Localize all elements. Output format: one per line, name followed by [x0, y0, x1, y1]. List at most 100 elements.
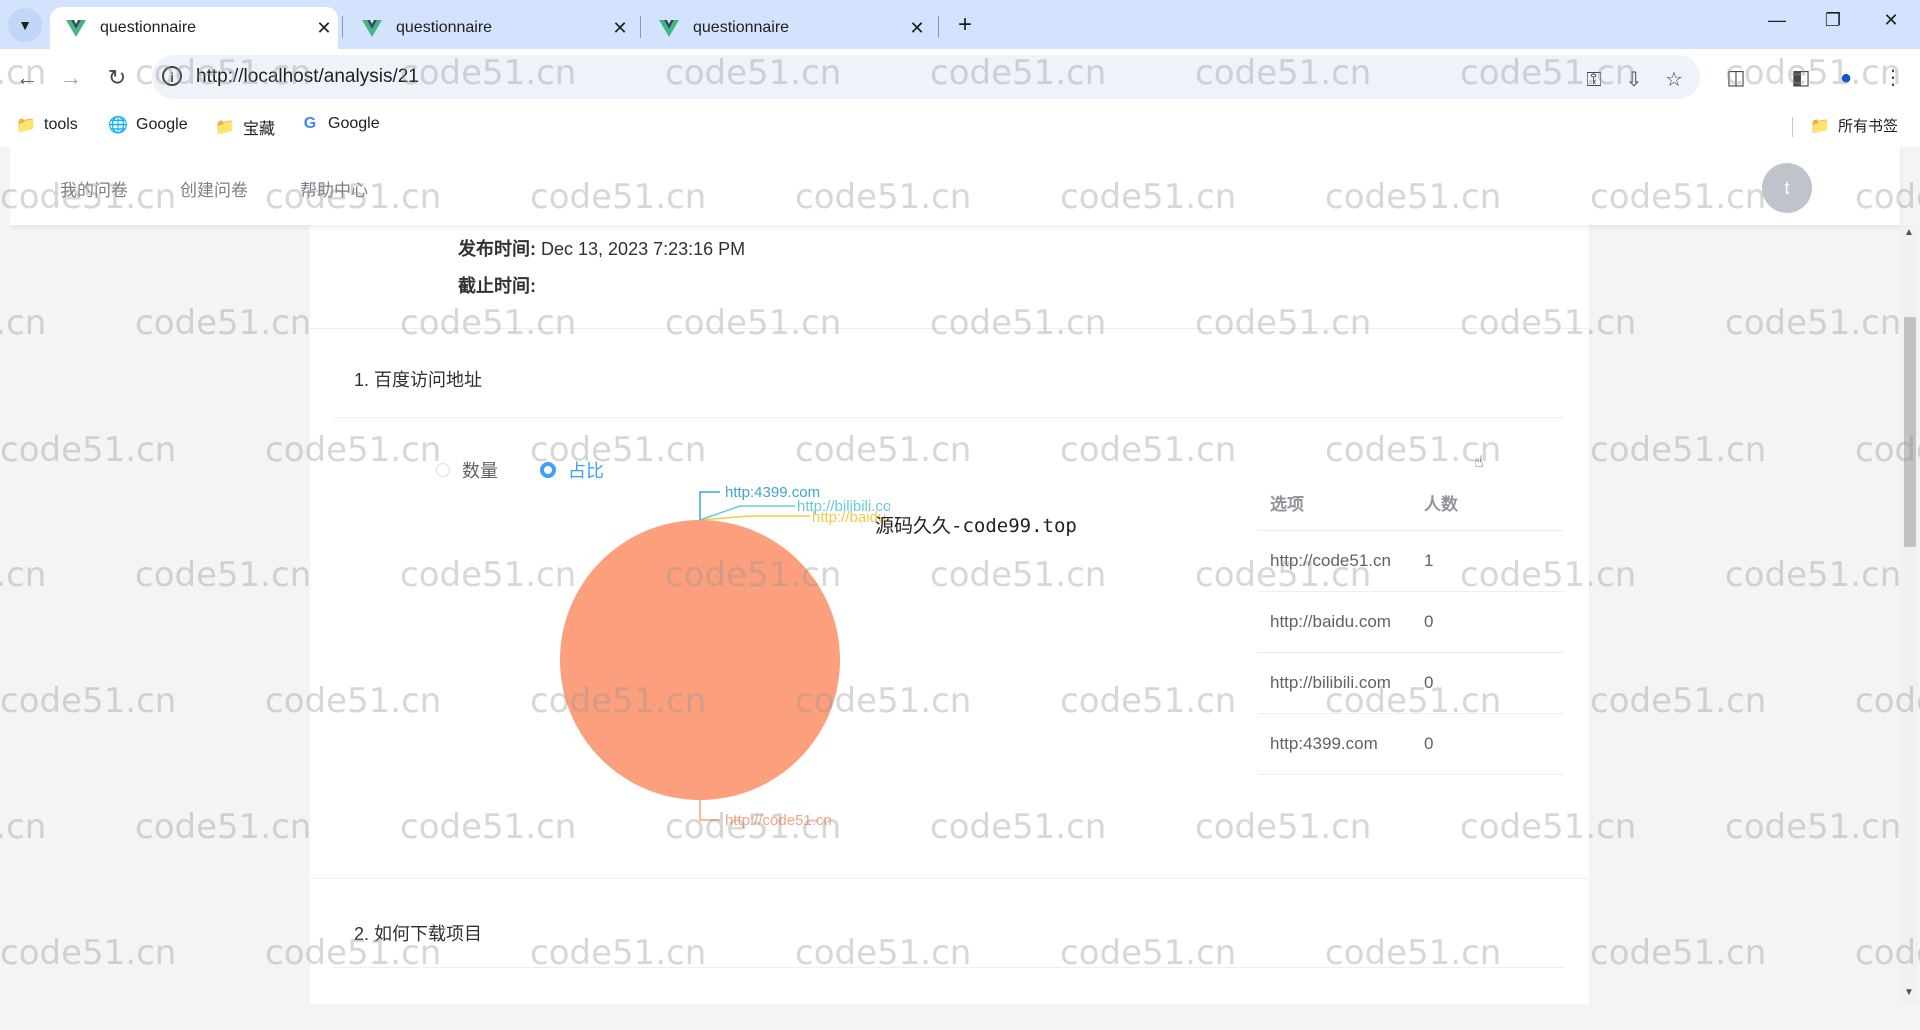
- bookmark-label: tools: [44, 116, 78, 134]
- table-row: http:4399.com 0: [1258, 714, 1564, 775]
- header-option: 选项: [1270, 490, 1304, 515]
- side-panel-icon[interactable]: ◧: [1788, 65, 1814, 91]
- vue-favicon-icon: [362, 18, 382, 38]
- tab-separator: [938, 16, 939, 38]
- divider: [334, 417, 1564, 418]
- cell-count: 0: [1424, 612, 1433, 632]
- pie-label: http://code51.cn: [725, 812, 832, 829]
- back-arrow-icon[interactable]: ←: [12, 63, 42, 93]
- overlay-watermark-text: 源码久久-code99.top: [875, 511, 1077, 538]
- bookmark-label: 宝藏: [243, 115, 275, 139]
- browser-tab-2[interactable]: questionnaire ✕: [346, 7, 634, 49]
- bookmarks-separator: [1792, 117, 1793, 137]
- cell-count: 0: [1424, 734, 1433, 754]
- pie-leader-line: [700, 506, 795, 520]
- pie-label: http:4399.com: [725, 484, 820, 501]
- password-key-icon[interactable]: ⚿: [1582, 68, 1606, 92]
- cell-option: http://bilibili.com: [1270, 673, 1391, 693]
- cell-option: http://code51.cn: [1270, 551, 1391, 571]
- publish-time: 发布时间: Dec 13, 2023 7:23:16 PM: [458, 235, 745, 261]
- tab-title: questionnaire: [100, 19, 310, 37]
- cell-option: http:4399.com: [1270, 734, 1378, 754]
- cell-option: http://baidu.com: [1270, 612, 1391, 632]
- tab-separator: [342, 16, 343, 38]
- avatar[interactable]: t: [1762, 163, 1812, 213]
- google-icon: G: [300, 115, 320, 133]
- question-1-title: 1. 百度访问地址: [354, 366, 482, 392]
- vue-favicon-icon: [659, 18, 679, 38]
- table-header: 选项 人数: [1258, 470, 1564, 531]
- divider: [310, 878, 1589, 879]
- question-2-title: 2. 如何下载项目: [354, 920, 482, 946]
- table-row: http://baidu.com 0: [1258, 592, 1564, 653]
- folder-icon: 📁: [215, 117, 235, 137]
- page-scrollbar[interactable]: ▲ ▼: [1900, 225, 1918, 1004]
- publish-label: 发布时间:: [458, 239, 536, 259]
- pie-leader-line: [700, 516, 810, 520]
- cell-count: 0: [1424, 673, 1433, 693]
- pie-slice-code51[interactable]: [560, 520, 840, 800]
- tab-title: questionnaire: [693, 19, 903, 37]
- folder-icon: 📁: [1810, 116, 1830, 136]
- bookmark-google-2[interactable]: G Google: [300, 115, 380, 133]
- extensions-puzzle-icon[interactable]: ◫: [1723, 65, 1749, 91]
- folder-icon: 📁: [16, 115, 36, 135]
- browser-tab-3[interactable]: questionnaire ✕: [643, 7, 931, 49]
- minimize-icon[interactable]: —: [1762, 10, 1792, 31]
- profile-icon[interactable]: ●: [1833, 65, 1859, 91]
- deadline-label: 截止时间:: [458, 276, 536, 296]
- bookmark-label: Google: [328, 115, 380, 133]
- result-table: 选项 人数 http://code51.cn 1 http://baidu.co…: [1258, 470, 1564, 775]
- site-info-icon[interactable]: i: [162, 66, 182, 86]
- pie-chart: http://code51.cnhttp://baidu.comhttp://b…: [450, 470, 890, 840]
- all-bookmarks-label: 所有书签: [1838, 115, 1898, 136]
- close-icon[interactable]: ✕: [606, 18, 634, 39]
- reload-icon[interactable]: ↻: [102, 63, 132, 93]
- all-bookmarks-button[interactable]: 📁 所有书签: [1810, 115, 1898, 136]
- window-close-icon[interactable]: ✕: [1876, 10, 1906, 31]
- tab-title: questionnaire: [396, 19, 606, 37]
- chevron-down-icon: ▼: [18, 17, 32, 33]
- tab-search-button[interactable]: ▼: [8, 8, 42, 42]
- scroll-up-icon[interactable]: ▲: [1900, 227, 1918, 238]
- tab-separator: [640, 16, 641, 38]
- deadline-time: 截止时间:: [458, 272, 536, 298]
- nav-my-surveys[interactable]: 我的问卷: [60, 176, 128, 201]
- close-icon[interactable]: ✕: [903, 18, 931, 39]
- scroll-down-icon[interactable]: ▼: [1900, 987, 1918, 998]
- bookmark-star-icon[interactable]: ☆: [1662, 68, 1686, 92]
- more-menu-icon[interactable]: ⋮: [1880, 65, 1906, 91]
- bookmark-google[interactable]: 🌐 Google: [108, 115, 188, 135]
- url-text[interactable]: http://localhost/analysis/21: [196, 66, 419, 88]
- restore-icon[interactable]: ❐: [1818, 10, 1848, 31]
- browser-tab-bar: ▼ questionnaire ✕ questionnaire ✕ questi…: [0, 0, 1920, 49]
- table-row: http://code51.cn 1: [1258, 531, 1564, 592]
- bookmark-tools[interactable]: 📁 tools: [16, 115, 78, 135]
- hand-cursor-icon: ☝: [1474, 452, 1484, 472]
- divider: [310, 328, 1589, 329]
- page-bottom-strip: [0, 1004, 1920, 1030]
- forward-arrow-icon[interactable]: →: [56, 63, 86, 93]
- table-row: http://bilibili.com 0: [1258, 653, 1564, 714]
- browser-tab-1[interactable]: questionnaire ✕: [50, 7, 338, 49]
- globe-icon: 🌐: [108, 115, 128, 135]
- cell-count: 1: [1424, 551, 1433, 571]
- app-navbar: 我的问卷 创建问卷 帮助中心 t: [10, 147, 1900, 225]
- address-bar[interactable]: i http://localhost/analysis/21 ⚿ ⇩ ☆: [152, 55, 1700, 99]
- nav-help-center[interactable]: 帮助中心: [300, 176, 368, 201]
- radio-circle[interactable]: [436, 463, 450, 477]
- new-tab-button[interactable]: +: [950, 10, 980, 40]
- scrollbar-thumb[interactable]: [1904, 317, 1916, 547]
- bookmark-label: Google: [136, 116, 188, 134]
- analysis-card: 发布时间: Dec 13, 2023 7:23:16 PM 截止时间: 1. 百…: [310, 225, 1589, 1004]
- bookmark-baozang[interactable]: 📁 宝藏: [215, 115, 275, 139]
- browser-toolbar: ← → ↻ i http://localhost/analysis/21 ⚿ ⇩…: [0, 49, 1920, 107]
- nav-create-survey[interactable]: 创建问卷: [180, 176, 248, 201]
- close-icon[interactable]: ✕: [310, 18, 338, 39]
- page-viewport: 我的问卷 创建问卷 帮助中心 t 发布时间: Dec 13, 2023 7:23…: [10, 147, 1918, 1004]
- header-count: 人数: [1424, 490, 1458, 515]
- pie-leader-line: [700, 800, 720, 820]
- publish-value: Dec 13, 2023 7:23:16 PM: [541, 239, 745, 259]
- vue-favicon-icon: [66, 18, 86, 38]
- install-app-icon[interactable]: ⇩: [1622, 68, 1646, 92]
